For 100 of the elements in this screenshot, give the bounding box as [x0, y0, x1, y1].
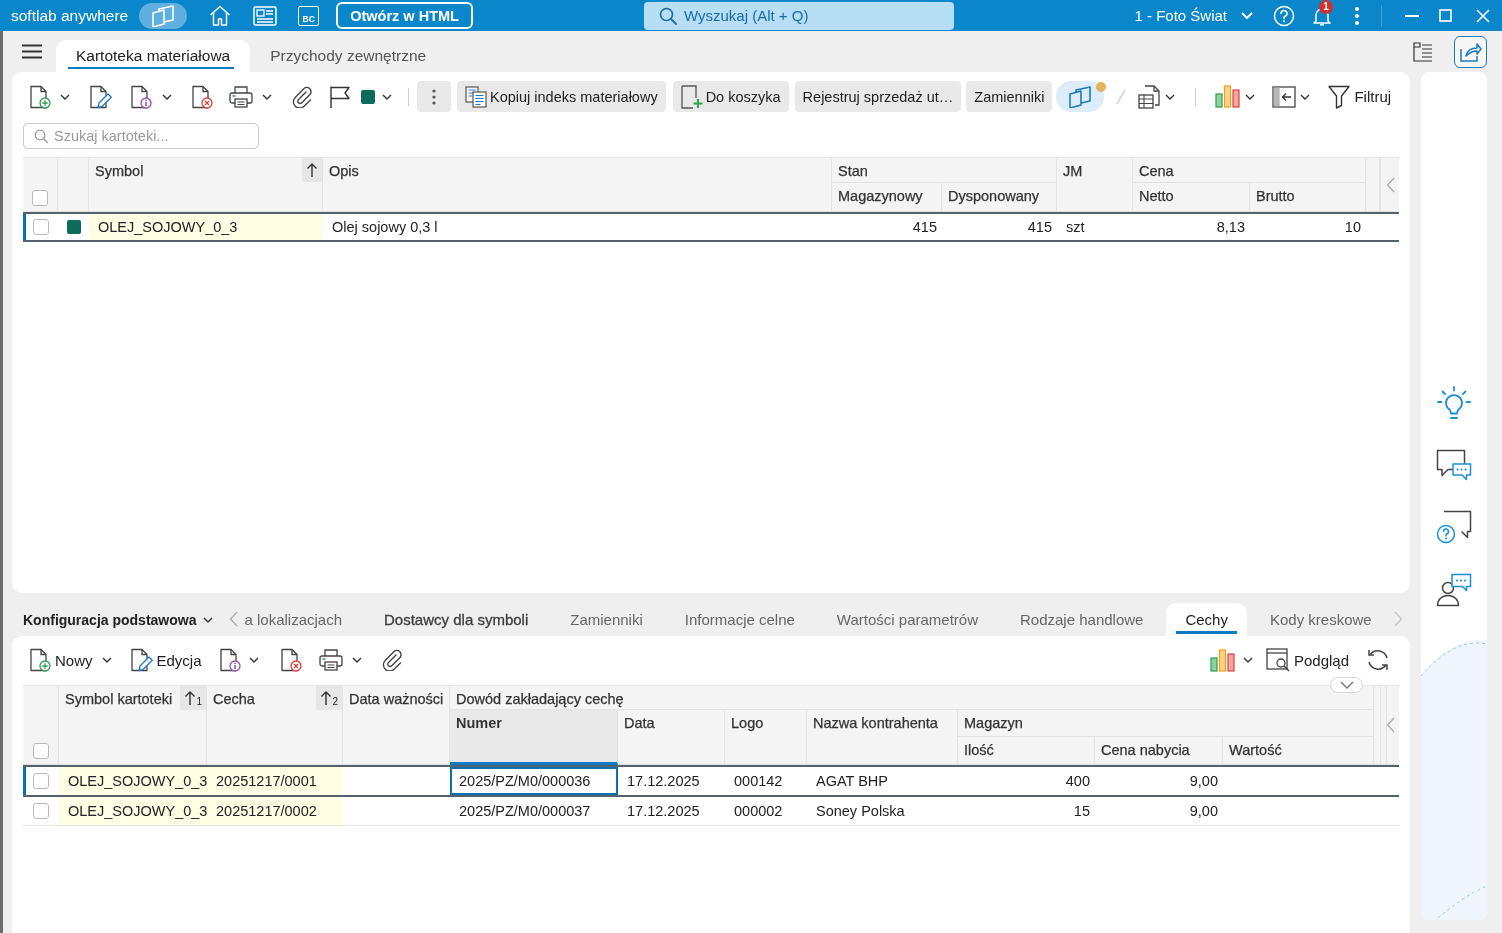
table-cell: OLEJ_SOJOWY_0_3: [89, 214, 323, 240]
sort-arrow-icon: [184, 690, 197, 706]
tab[interactable]: Dostawcy dla symboli: [365, 603, 548, 636]
table-cell: 20251217/0001: [207, 767, 343, 795]
toolbar-button[interactable]: Kopiuj indeks materiałowy: [457, 81, 666, 112]
column-list-icon[interactable]: [1413, 41, 1433, 62]
chat-icon[interactable]: [1436, 449, 1472, 481]
column-title: Netto: [1139, 188, 1175, 204]
stack-button[interactable]: [1056, 81, 1105, 112]
stack-button[interactable]: [139, 2, 188, 29]
table-document-icon[interactable]: [1138, 84, 1161, 109]
sort-arrow-icon: [320, 690, 333, 706]
search-field[interactable]: Wyszukaj (Alt + Q): [643, 1, 954, 30]
lightbulb-icon[interactable]: [1437, 386, 1471, 420]
new-document-icon[interactable]: [28, 84, 51, 109]
column-title: Ilość: [964, 742, 995, 758]
table-cell-text: szt: [1065, 218, 1086, 237]
printer-icon[interactable]: [229, 85, 253, 108]
checkbox[interactable]: [32, 219, 49, 235]
home-icon[interactable]: [209, 5, 232, 26]
tab[interactable]: Informacje celne: [665, 603, 814, 636]
sort-button[interactable]: 2: [316, 686, 342, 710]
help-chat-icon[interactable]: [1436, 510, 1472, 544]
tab[interactable]: Rodzaje handlowe: [1001, 603, 1163, 636]
minimize-icon[interactable]: [1405, 14, 1419, 17]
search-field[interactable]: Szukaj kartoteki...: [23, 123, 259, 149]
config-dropdown[interactable]: Konfiguracja podstawowa: [23, 603, 214, 636]
paperclip-icon[interactable]: [381, 649, 402, 671]
caret-icon[interactable]: [248, 657, 259, 663]
tab[interactable]: a lokalizacjach: [240, 603, 362, 636]
checkbox[interactable]: [33, 803, 49, 819]
table-cell-text: 10: [1343, 218, 1362, 237]
bar-chart-icon[interactable]: [1209, 648, 1235, 672]
tab[interactable]: Przychody zewnętrzne: [250, 40, 447, 72]
delete-document-icon[interactable]: [190, 84, 213, 109]
tab[interactable]: Kartoteka materiałowa: [56, 40, 251, 72]
preview-button[interactable]: Podgląd: [1265, 648, 1349, 672]
tab[interactable]: Zamienniki: [551, 603, 662, 636]
checkbox[interactable]: [32, 743, 49, 759]
collapse-button[interactable]: [1330, 677, 1363, 693]
caret-icon[interactable]: [1242, 657, 1253, 663]
color-swatch-icon[interactable]: [360, 88, 376, 105]
edit-document-icon: [128, 648, 153, 672]
table-cell-text: 9,00: [1188, 802, 1219, 821]
tab[interactable]: Cechy: [1166, 603, 1247, 636]
panel-icon[interactable]: [1272, 85, 1297, 108]
new-button[interactable]: Nowy: [28, 648, 93, 672]
flag-icon[interactable]: [329, 84, 351, 109]
table-cell-text: 15: [1072, 802, 1091, 821]
column-title: Magazyn: [964, 715, 1024, 731]
checkbox[interactable]: [33, 773, 49, 789]
document-info-icon[interactable]: [217, 648, 241, 672]
edit-document-icon[interactable]: [88, 84, 112, 109]
tab[interactable]: Wartości parametrów: [817, 603, 997, 636]
delete-document-icon[interactable]: [278, 648, 302, 672]
table-row[interactable]: OLEJ_SOJOWY_0_3 Olej sojowy 0,3 l 415 415 szt 8,13 10: [23, 212, 1399, 242]
new-document-icon: [28, 648, 51, 672]
table-cell-text: 9,00: [1188, 772, 1219, 791]
sort-button[interactable]: 1: [180, 686, 206, 710]
caret-icon[interactable]: [101, 657, 112, 663]
refresh-icon[interactable]: [1366, 648, 1390, 672]
caret-icon[interactable]: [1165, 93, 1176, 100]
sort-button[interactable]: [302, 158, 322, 182]
caret-icon: [203, 616, 214, 623]
table-cell-text: 415: [911, 218, 938, 237]
caret-icon[interactable]: [351, 657, 362, 663]
document-info-icon[interactable]: [129, 84, 152, 109]
caret-icon[interactable]: [1245, 93, 1256, 100]
tab[interactable]: Kody kreskowe: [1250, 603, 1391, 636]
close-icon[interactable]: [1476, 8, 1490, 23]
table-cell-text: 000142: [733, 772, 784, 791]
bc-button[interactable]: BC: [298, 5, 320, 26]
caret-icon[interactable]: [162, 93, 172, 100]
status-dot-icon: [1096, 82, 1107, 92]
share-button[interactable]: [1454, 35, 1487, 68]
table-row[interactable]: OLEJ_SOJOWY_0_3 20251217/0002 2025/PZ/M0/000037 17.12.2025 000002 Soney Polska 15 9,00: [23, 797, 1399, 826]
kebab-icon: [432, 88, 436, 105]
edit-button[interactable]: Edycja: [128, 648, 202, 672]
table-row[interactable]: OLEJ_SOJOWY_0_3 20251217/0001 2025/PZ/M0/000036 17.12.2025 000142 AGAT BHP 400 9,00: [23, 765, 1399, 797]
paperclip-icon[interactable]: [292, 85, 312, 108]
toolbar-button[interactable]: Rejestruj sprzedaż ut…: [794, 81, 962, 112]
company-dropdown[interactable]: 1 - Foto Świat: [1134, 7, 1253, 24]
open-html-button[interactable]: Otwórz w HTML: [336, 2, 473, 29]
caret-icon[interactable]: [1300, 93, 1311, 100]
more-icon[interactable]: [1355, 6, 1359, 25]
menu-icon[interactable]: [22, 44, 42, 59]
newspaper-icon[interactable]: [253, 5, 278, 26]
checkbox[interactable]: [32, 190, 48, 206]
maximize-icon[interactable]: [1439, 9, 1452, 22]
toolbar-button[interactable]: Zamienniki: [966, 81, 1053, 112]
caret-icon[interactable]: [60, 93, 70, 100]
search-icon: [658, 6, 677, 25]
printer-icon[interactable]: [318, 649, 343, 671]
help-icon[interactable]: [1273, 4, 1295, 27]
contact-chat-icon[interactable]: [1436, 573, 1472, 607]
filter-button[interactable]: Filtruj: [1328, 84, 1392, 109]
caret-icon[interactable]: [262, 93, 272, 100]
column-title: Cena nabycia: [1101, 742, 1191, 758]
toolbar-button[interactable]: Do koszyka: [672, 81, 789, 112]
caret-icon[interactable]: [382, 93, 392, 100]
